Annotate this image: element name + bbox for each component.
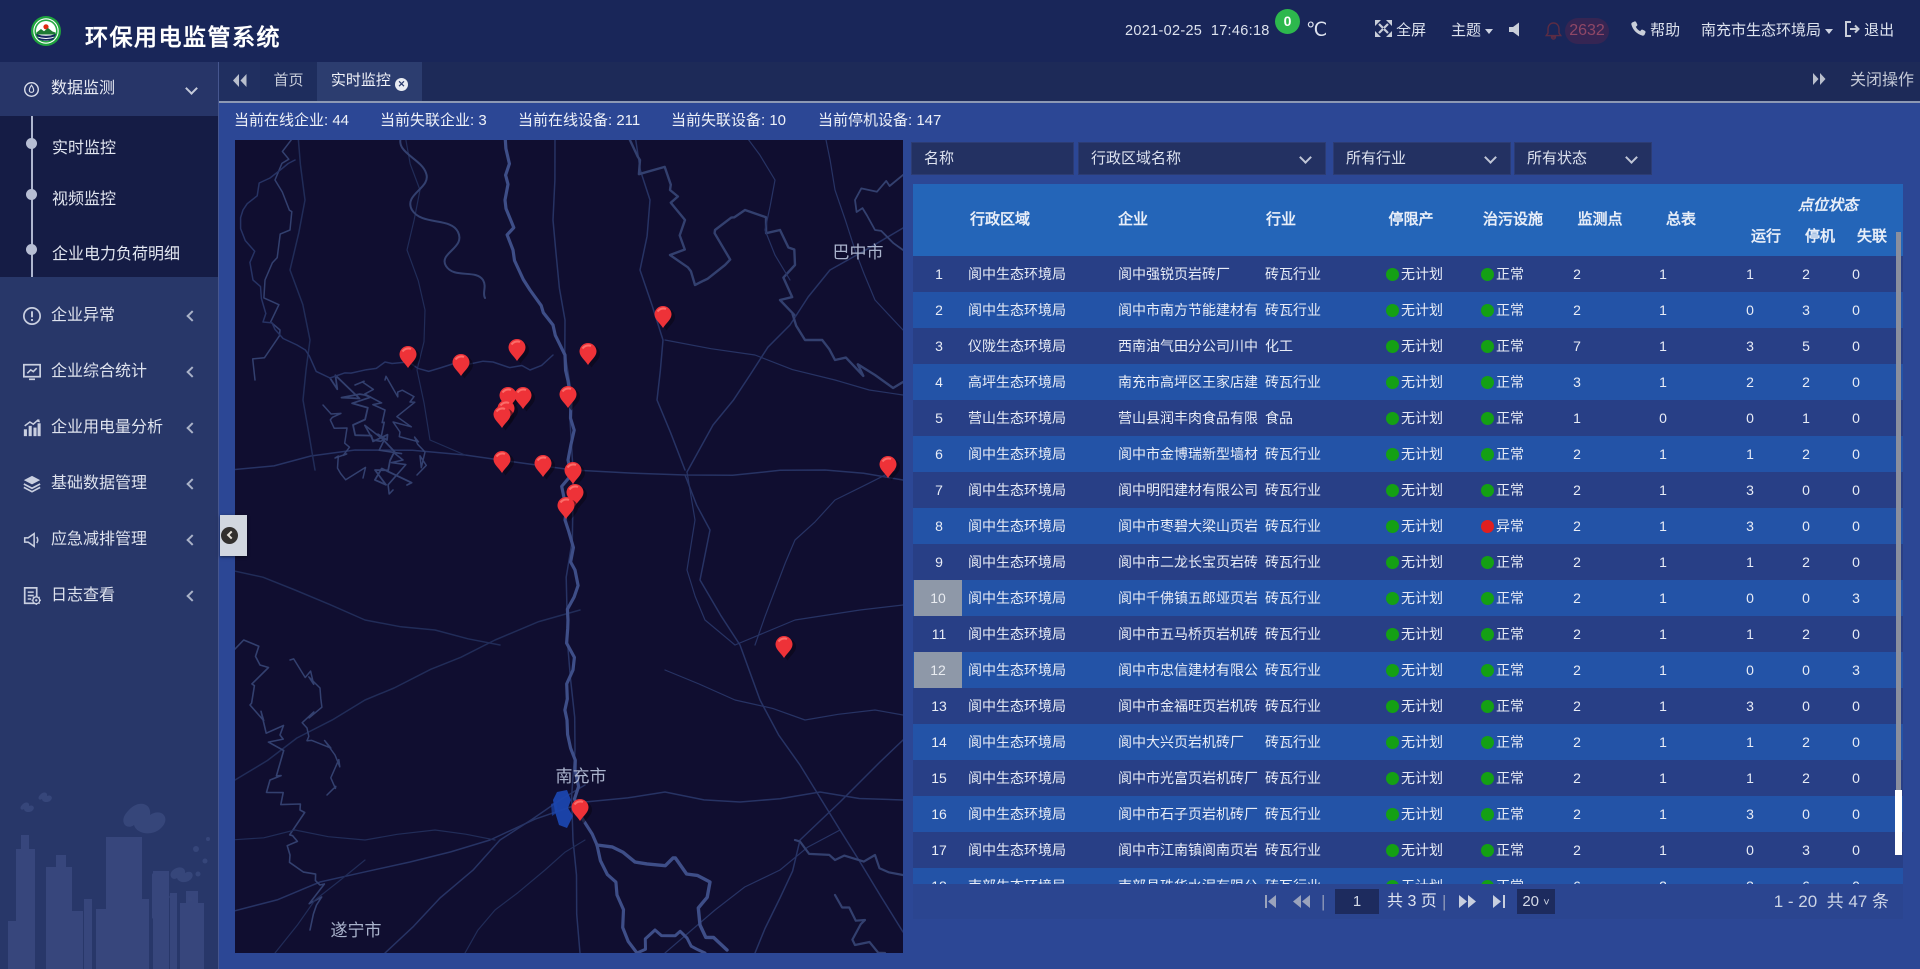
svg-text:巴中市: 巴中市 <box>833 243 884 262</box>
svg-text:遂宁市: 遂宁市 <box>331 921 382 940</box>
svg-text:南充市: 南充市 <box>556 767 607 786</box>
